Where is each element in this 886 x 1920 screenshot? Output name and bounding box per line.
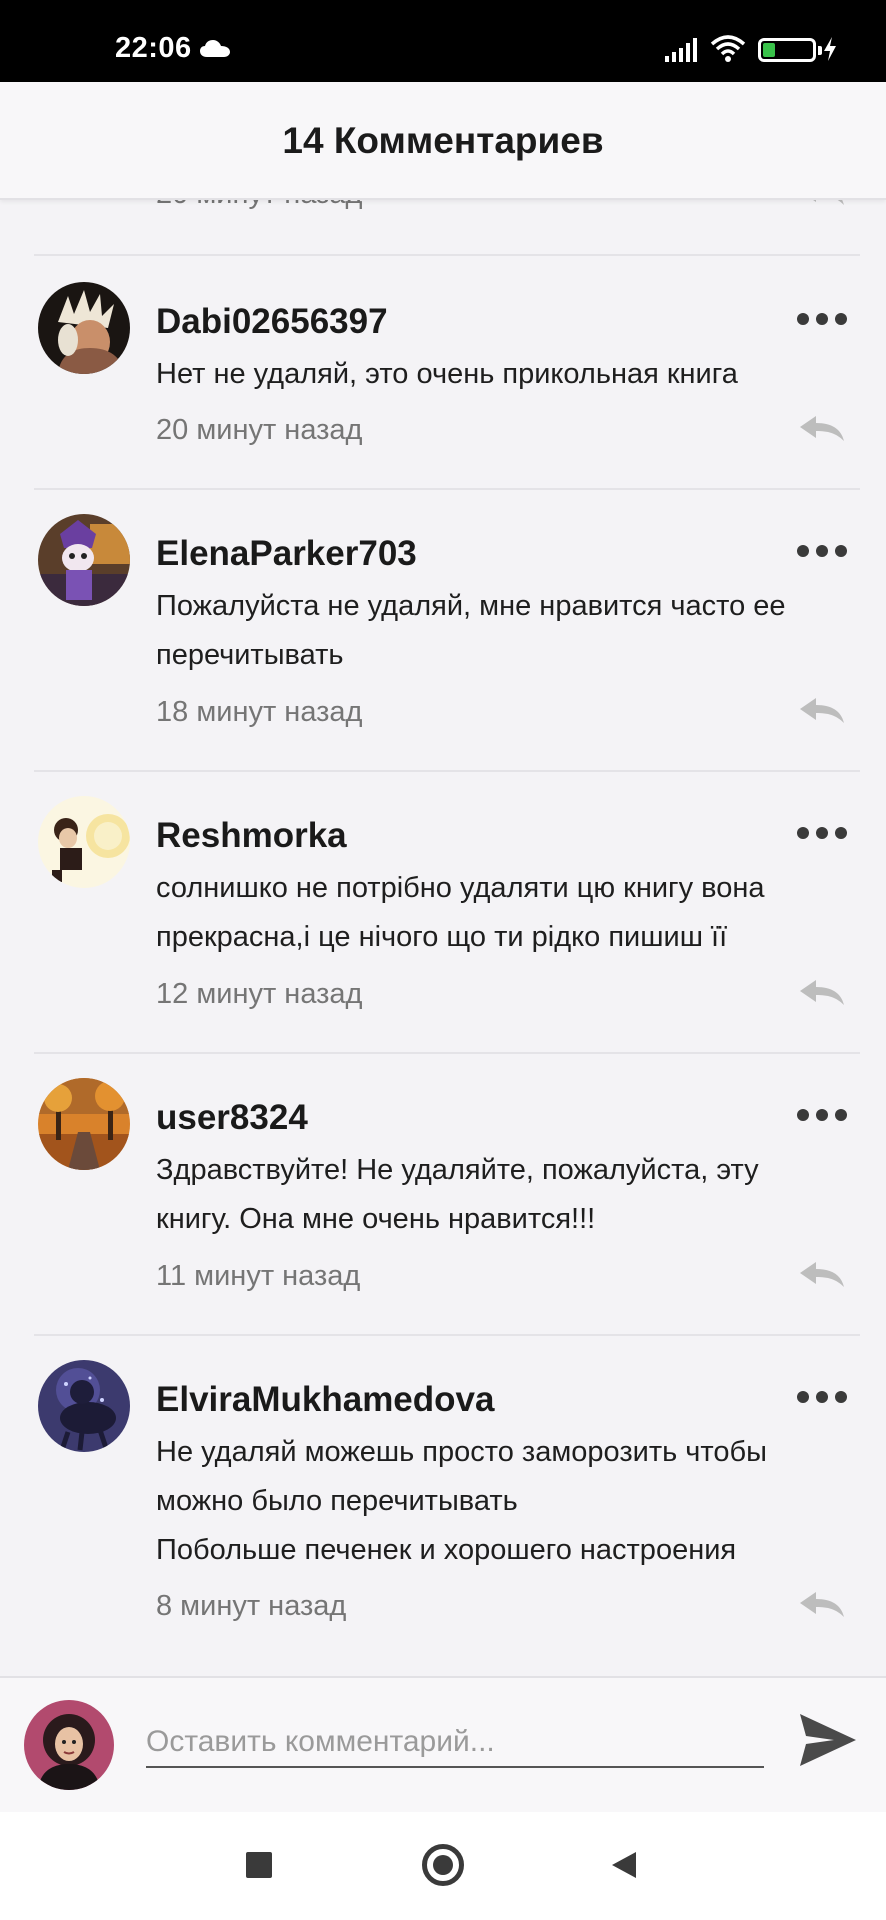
comment-username[interactable]: user8324 [156, 1098, 308, 1138]
comments-list[interactable]: 20 минут назад Dabi02656397 [10, 118, 876, 1664]
comment-username[interactable]: Reshmorka [156, 816, 347, 856]
comment-username[interactable]: ElenaParker703 [156, 534, 417, 574]
reply-icon[interactable] [798, 978, 846, 1006]
reply-icon[interactable] [798, 1590, 846, 1618]
send-icon[interactable] [796, 1708, 860, 1772]
wifi-icon [710, 35, 746, 62]
comment-input-bar [0, 1676, 886, 1812]
comment-item: ElviraMukhamedova Не удаляй можешь прост… [10, 1334, 876, 1664]
comment-text-line: Нет не удаляй, это очень прикольная книг… [156, 358, 738, 390]
comment-text-line: книгу. Она мне очень нравится!!! [156, 1203, 596, 1235]
more-options-icon[interactable] [796, 826, 848, 840]
comment-text-line: Пожалуйста не удаляй, мне нравится часто… [156, 590, 786, 622]
comment-input[interactable] [146, 1698, 764, 1768]
comment-item: ElenaParker703 Пожалуйста не удаляй, мне… [10, 488, 876, 772]
comment-text-line: солнишко не потрібно удаляти цю книгу во… [156, 872, 765, 904]
comment-item: user8324 Здравствуйте! Не удаляйте, пожа… [10, 1052, 876, 1336]
battery-icon: 24 [758, 38, 822, 62]
comment-timestamp: 8 минут назад [156, 1590, 347, 1622]
status-bar: 22:06 24 [0, 0, 886, 82]
comment-text: Пожалуйста не удаляй, мне нравится часто… [156, 582, 876, 680]
comment-text: солнишко не потрібно удаляти цю книгу во… [156, 864, 876, 962]
battery-level: 24 [778, 41, 796, 58]
home-icon[interactable] [422, 1844, 464, 1886]
page-title: 14 Комментариев [282, 120, 604, 161]
system-nav-bar [0, 1812, 886, 1920]
comment-timestamp: 18 минут назад [156, 696, 363, 728]
comment-timestamp: 20 минут назад [156, 414, 363, 446]
more-options-icon[interactable] [796, 1108, 848, 1122]
reply-icon[interactable] [798, 1260, 846, 1288]
cloud-icon [200, 40, 230, 57]
comment-username[interactable]: ElviraMukhamedova [156, 1380, 494, 1420]
comment-timestamp: 12 минут назад [156, 978, 363, 1010]
comments-header: 14 Комментариев [0, 82, 886, 200]
reply-icon[interactable] [798, 414, 846, 442]
comment-text-line: прекрасна,і це нічого що ти рідко пишиш … [156, 921, 728, 953]
avatar[interactable] [38, 1360, 130, 1452]
comment-text-line: Здравствуйте! Не удаляйте, пожалуйста, э… [156, 1154, 759, 1186]
recents-icon[interactable] [246, 1852, 272, 1878]
comment-item: Dabi02656397 Нет не удаляй, это очень пр… [10, 256, 876, 490]
more-options-icon[interactable] [796, 1390, 848, 1404]
reply-icon[interactable] [798, 696, 846, 724]
status-time: 22:06 [115, 32, 192, 64]
comment-text: Не удаляй можешь просто заморозить чтобы… [156, 1428, 876, 1575]
comment-text: Нет не удаляй, это очень прикольная книг… [156, 350, 876, 399]
avatar[interactable] [38, 514, 130, 606]
avatar[interactable] [38, 1078, 130, 1170]
charging-icon [824, 37, 836, 61]
comment-text: Здравствуйте! Не удаляйте, пожалуйста, э… [156, 1146, 876, 1244]
back-icon[interactable] [610, 1850, 638, 1880]
comment-text-line: Не удаляй можешь просто заморозить чтобы [156, 1436, 767, 1468]
more-options-icon[interactable] [796, 312, 848, 326]
comment-timestamp: 11 минут назад [156, 1260, 361, 1292]
avatar[interactable] [38, 796, 130, 888]
comment-text-line: Побольше печенек и хорошего настроения [156, 1534, 737, 1566]
avatar[interactable] [38, 282, 130, 374]
comment-item: Reshmorka солнишко не потрібно удаляти ц… [10, 770, 876, 1054]
comment-text-line: можно было перечитывать [156, 1485, 518, 1517]
more-options-icon[interactable] [796, 544, 848, 558]
signal-icon [665, 38, 697, 62]
screen: 22:06 24 14 Комментариев Dabi02656397 Не… [0, 0, 886, 1920]
comment-text-line: перечитывать [156, 639, 344, 671]
comment-username[interactable]: Dabi02656397 [156, 302, 388, 342]
current-user-avatar[interactable] [24, 1700, 114, 1790]
